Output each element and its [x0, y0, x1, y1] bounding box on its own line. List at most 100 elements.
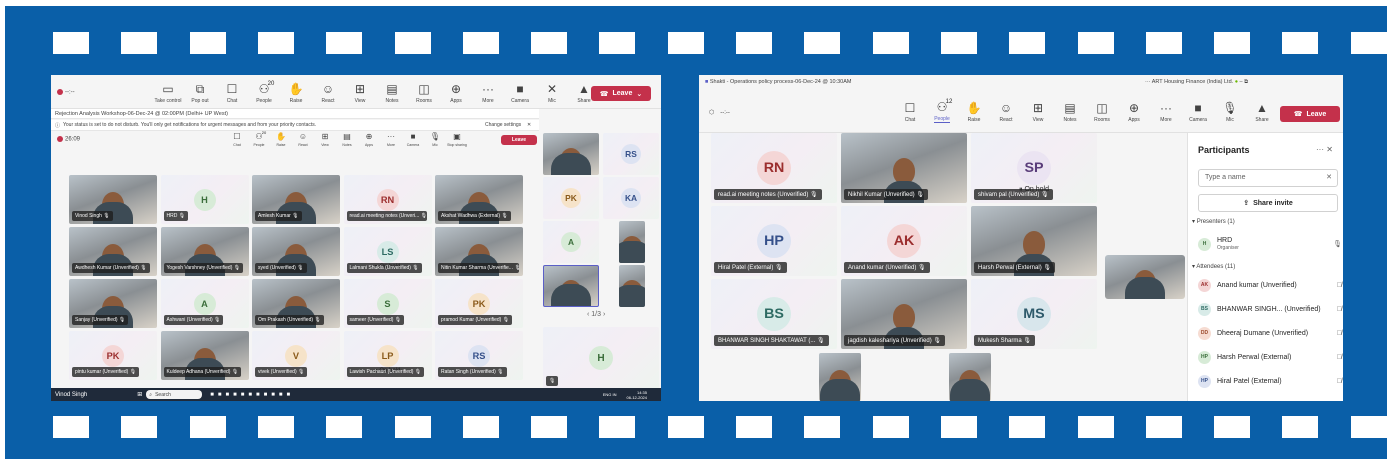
participant-tile[interactable]: SP⏸ On holdshivam pal (Unverified) 🎙 [971, 133, 1097, 203]
toolbar-raise-button[interactable]: ✋ Raise [271, 132, 291, 147]
participant-tile[interactable]: Kuldeep Adhana (Unverified) 🎙 [160, 331, 249, 380]
toolbar-pop-out-button[interactable]: ⧉ Pop out [187, 83, 213, 104]
toolbar-react-button[interactable]: ☺ React [993, 102, 1019, 123]
participant-tile[interactable]: Om Prakash (Unverified) 🎙 [252, 279, 340, 328]
participant-tile[interactable]: Nitin Kumar Sharma (Unverifie... 🎙 [435, 227, 523, 276]
toolbar-camera-button[interactable]: ■ Camera [1185, 102, 1211, 123]
presenters-header[interactable]: ▾ Presenters (1) [1192, 218, 1235, 225]
left-leave-button[interactable]: ☎ Leave ⌄ [591, 86, 651, 101]
left-inner-leave-button[interactable]: Leave [501, 135, 537, 145]
participant-tile[interactable]: Awdhesh Kumar (Unverified) 🎙 [69, 227, 157, 276]
participant-tile[interactable]: Amlesh Kumar 🎙 [252, 175, 340, 224]
participant-tile[interactable]: AK Anand kumar (Unverified) 🎙 [841, 206, 967, 276]
participant-search-input[interactable]: Type a name ✕ [1198, 169, 1338, 187]
presenter-row[interactable]: H HRD Organiser 🎙 [1198, 233, 1342, 255]
windows-icon[interactable]: ⊞ [137, 391, 142, 398]
side-participant-tile[interactable] [543, 265, 599, 307]
toolbar-more-button[interactable]: ··· More [475, 83, 501, 104]
toolbar-notes-button[interactable]: ▤ Notes [1057, 102, 1083, 123]
toolbar-raise-button[interactable]: ✋ Raise [961, 102, 987, 123]
participant-tile[interactable]: LS⏸ On holdLalmani Shukla (Unverified) 🎙 [343, 227, 432, 276]
toolbar-apps-button[interactable]: ⊕ Apps [443, 83, 469, 104]
participant-tile[interactable]: MS Mukesh Sharma 🎙 [971, 279, 1097, 349]
toolbar-more-button[interactable]: ··· More [381, 132, 401, 147]
taskbar-search[interactable]: ⌕ Search [146, 390, 203, 399]
toolbar-apps-button[interactable]: ⊕ Apps [359, 132, 379, 147]
participant-tile[interactable]: RN read.ai meeting notes (Unveri... 🎙 [343, 175, 432, 224]
toolbar-people-button[interactable]: ⚇ 20 People [249, 131, 269, 148]
participant-tile[interactable]: PK pramod Kumar (Unverified) 🎙 [435, 279, 523, 328]
toolbar-mic-button[interactable]: ✕ Mic [539, 83, 565, 104]
toolbar-rooms-button[interactable]: ◫ Rooms [1089, 102, 1115, 123]
participant-tile[interactable]: Harsh Perwal (External) 🎙 [971, 206, 1097, 276]
toolbar-view-button[interactable]: ⊞ View [1025, 102, 1051, 123]
toolbar-react-button[interactable]: ☺ React [293, 132, 313, 147]
toolbar-chat-button[interactable]: ☐ Chat [227, 132, 247, 147]
toolbar-react-button[interactable]: ☺ React [315, 83, 341, 104]
toolbar-mic-button[interactable]: 🎙 Mic [1217, 102, 1243, 123]
participant-tile[interactable]: Nikhil Kumar (Unverified) 🎙 [841, 133, 967, 203]
participant-tile[interactable]: PK pintu kumar (Unverified) 🎙 [69, 331, 157, 380]
toolbar-chat-button[interactable]: ☐ Chat [219, 83, 245, 104]
side-participant-tile[interactable]: A [543, 221, 599, 263]
toolbar-apps-button[interactable]: ⊕ Apps [1121, 102, 1147, 123]
taskbar-apps-icon[interactable]: ■■■■■■■■■■■ [210, 392, 294, 398]
participant-tile[interactable]: Vvivek (Unverified) 🎙 [252, 331, 340, 380]
toolbar-view-button[interactable]: ⊞ View [347, 83, 373, 104]
film-hole [804, 32, 841, 54]
toolbar-people-button[interactable]: ⚇ 20 People [251, 81, 277, 104]
avatar: HP [1198, 350, 1211, 364]
attendee-row[interactable]: HP Harsh Perwal (External) 🎙̸ [1198, 349, 1342, 365]
attendees-header[interactable]: ▾ Attendees (11) [1192, 263, 1235, 270]
side-participant-tile[interactable] [619, 265, 645, 307]
side-participant-tile[interactable]: KA [603, 177, 659, 219]
attendee-row[interactable]: DD Dheeraj Dumane (Unverified) 🎙̸ [1198, 325, 1342, 341]
film-hole [1145, 32, 1182, 54]
share-invite-button[interactable]: ⇪ Share invite [1198, 194, 1338, 212]
participant-tile[interactable]: syed (Unverified) 🎙 [252, 227, 340, 276]
close-icon[interactable]: ✕ [527, 122, 531, 128]
participant-tile[interactable]: Sanjay (Unverified) 🎙 [69, 279, 157, 328]
participant-tile[interactable]: Akshat Wadhwa (External) 🎙 [435, 175, 523, 224]
toolbar-stop-sharing-button[interactable]: ▣ Stop sharing [447, 132, 467, 147]
participant-tile[interactable]: Yogesh Varshney (Unverified) 🎙 [160, 227, 249, 276]
toolbar-view-button[interactable]: ⊞ View [315, 132, 335, 147]
toolbar-camera-button[interactable]: ■ Camera [507, 83, 533, 104]
participant-tile[interactable]: Ssameer (Unverified) 🎙 [343, 279, 432, 328]
toolbar-label: Apps [365, 143, 373, 147]
participant-tile[interactable]: RS Ratan Singh (Unverified) 🎙 [435, 331, 523, 380]
side-participant-tile[interactable] [619, 221, 645, 263]
side-participant-tile[interactable] [543, 133, 599, 175]
participant-tile[interactable]: Vinod Singh 🎙 [69, 175, 157, 224]
participant-tile[interactable]: BS BHANWAR SINGH SHAKTAWAT (... 🎙 [711, 279, 837, 349]
right-leave-button[interactable]: ☎ Leave [1280, 106, 1340, 122]
toolbar-chat-button[interactable]: ☐ Chat [897, 102, 923, 123]
participant-tile[interactable]: LP⏸ On holdLawish Pachauri (Unverified) … [343, 331, 432, 380]
side-participant-tile[interactable]: RS [603, 133, 659, 175]
toolbar-notes-button[interactable]: ▤ Notes [379, 83, 405, 104]
clear-icon[interactable]: ✕ [1326, 173, 1332, 181]
pager[interactable]: ‹ 1/3 › [587, 311, 605, 318]
participant-tile[interactable]: RN read.ai meeting notes (Unverified) 🎙 [711, 133, 837, 203]
participant-tile[interactable]: HP Hiral Patel (External) 🎙 [711, 206, 837, 276]
toolbar-raise-button[interactable]: ✋ Raise [283, 83, 309, 104]
toolbar-share-button[interactable]: ▲ Share [1249, 102, 1275, 123]
toolbar-notes-button[interactable]: ▤ Notes [337, 132, 357, 147]
toolbar-people-button[interactable]: ⚇ 12 People [929, 99, 955, 123]
participant-tile[interactable]: A Ashwani (Unverified) 🎙 [160, 279, 249, 328]
participant-tile[interactable]: jagdish kaleshariya (Unverified) 🎙 [841, 279, 967, 349]
participant-tile[interactable]: H HRD 🎙 [160, 175, 249, 224]
name-text: Yogesh Varshney (Unverified) [166, 265, 233, 271]
attendee-row[interactable]: HP Hiral Patel (External) 🎙̸ [1198, 373, 1342, 389]
toolbar-mic-button[interactable]: 🎙 Mic [425, 132, 445, 147]
attendee-row[interactable]: AK Anand kumar (Unverified) 🎙̸ [1198, 277, 1342, 293]
attendee-row[interactable]: BS BHANWAR SINGH... (Unverified) 🎙̸ [1198, 301, 1342, 317]
toolbar-take-control-button[interactable]: ▭ Take control [155, 83, 182, 104]
toolbar-rooms-button[interactable]: ◫ Rooms [411, 83, 437, 104]
side-participant-tile[interactable]: PK [543, 177, 599, 219]
toolbar-more-button[interactable]: ··· More [1153, 102, 1179, 123]
change-settings-button[interactable]: Change settings [485, 122, 521, 128]
toolbar-camera-button[interactable]: ■ Camera [403, 132, 423, 147]
right-timer: ⬡ --:-- [709, 110, 730, 116]
more-options-icon[interactable]: ··· ✕ [1316, 145, 1333, 154]
